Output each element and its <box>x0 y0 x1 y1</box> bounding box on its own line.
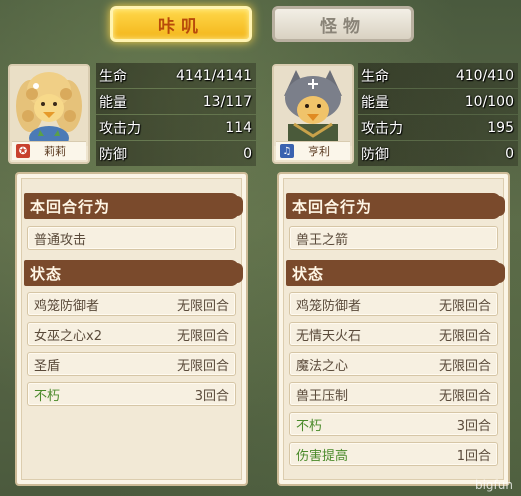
tab-monster[interactable]: 怪物 <box>272 6 414 42</box>
name-bar-right: ♫ 亨利 <box>276 141 350 160</box>
character-name-right: 亨利 <box>308 145 330 158</box>
stat-attack-right: 攻击力 195 <box>358 115 518 140</box>
stat-hp-right: 生命 410/410 <box>358 63 518 88</box>
status-item: 魔法之心 无限回合 <box>289 352 498 376</box>
fire-class-icon: ✪ <box>16 144 30 158</box>
stat-energy-right: 能量 10/100 <box>358 89 518 114</box>
status-item: 圣盾 无限回合 <box>27 352 236 376</box>
status-item: 无情天火石 无限回合 <box>289 322 498 346</box>
status-item: 鸡笼防御者 无限回合 <box>289 292 498 316</box>
tab-kaji[interactable]: 咔叽 <box>110 6 252 42</box>
watermark: bigfun <box>474 478 513 492</box>
action-box-left: 普通攻击 <box>27 226 236 250</box>
status-item: 兽王压制 无限回合 <box>289 382 498 406</box>
stats-left: 生命 4141/4141 能量 13/117 攻击力 114 防御 0 <box>96 63 256 167</box>
character-portrait-right[interactable]: ♫ 亨利 <box>272 64 354 164</box>
stat-defense-left: 防御 0 <box>96 141 256 166</box>
info-panel-right: 本回合行为 兽王之箭 状态 鸡笼防御者 无限回合 无情天火石 无限回合 魔法之心 无限… <box>277 172 510 486</box>
character-name-left: 莉莉 <box>44 145 66 158</box>
status-header-right: 状态 <box>286 260 505 286</box>
henry-avatar <box>274 66 352 146</box>
status-item: 伤害提高 1回合 <box>289 442 498 466</box>
action-header-right: 本回合行为 <box>286 193 505 219</box>
action-header-left: 本回合行为 <box>24 193 243 219</box>
name-bar-left: ✪ 莉莉 <box>12 141 86 160</box>
lily-avatar <box>10 66 88 146</box>
character-portrait-left[interactable]: ✪ 莉莉 <box>8 64 90 164</box>
status-header-left: 状态 <box>24 260 243 286</box>
music-class-icon: ♫ <box>280 144 294 158</box>
info-panel-left: 本回合行为 普通攻击 状态 鸡笼防御者 无限回合 女巫之心x2 无限回合 圣盾 无限回… <box>15 172 248 486</box>
status-item: 鸡笼防御者 无限回合 <box>27 292 236 316</box>
stat-attack-left: 攻击力 114 <box>96 115 256 140</box>
status-item: 不朽 3回合 <box>27 382 236 406</box>
stat-hp-left: 生命 4141/4141 <box>96 63 256 88</box>
action-box-right: 兽王之箭 <box>289 226 498 250</box>
stat-defense-right: 防御 0 <box>358 141 518 166</box>
status-item: 不朽 3回合 <box>289 412 498 436</box>
stats-right: 生命 410/410 能量 10/100 攻击力 195 防御 0 <box>358 63 518 167</box>
stat-energy-left: 能量 13/117 <box>96 89 256 114</box>
status-item: 女巫之心x2 无限回合 <box>27 322 236 346</box>
